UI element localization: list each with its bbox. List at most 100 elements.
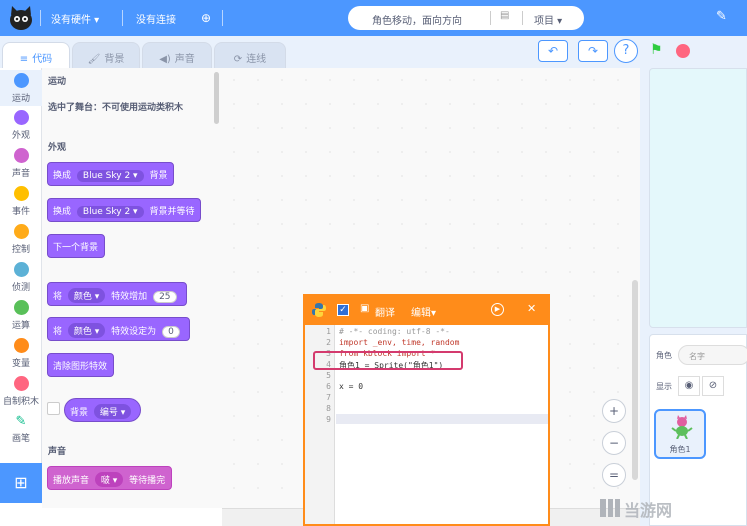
green-flag-icon[interactable]: ⚑ [650, 42, 663, 58]
block-text: 等待播完 [129, 476, 166, 486]
tab-code[interactable]: ≡ 代码 [2, 42, 70, 70]
block-text: 换成 [53, 171, 72, 181]
switch-backdrop-wait-block[interactable]: 换成 Blue Sky 2 ▾ 背景并等待 [47, 198, 202, 222]
category-sound[interactable]: 声音 [0, 148, 42, 179]
play-sound-until-done-block[interactable]: 播放声音 啵 ▾ 等待播完 [47, 466, 173, 490]
stop-icon[interactable] [676, 44, 690, 58]
connection-menu[interactable]: 没有连接 [136, 11, 176, 26]
project-menu[interactable]: 项目 ▾ [534, 12, 562, 27]
menu-divider [222, 10, 223, 26]
globe-icon[interactable]: ⊕ [201, 11, 211, 25]
block-text: 将 [53, 327, 63, 337]
hardware-menu[interactable]: 没有硬件 ▾ [51, 11, 99, 26]
menu-divider [122, 10, 123, 26]
line-number: 6 [326, 382, 331, 391]
block-text: 播放声音 [53, 476, 90, 486]
block-text: 换成 [53, 207, 72, 217]
tab-row: ≡ 代码 🖌 背景 ◀) 声音 ⟳ 连线 ↶ ↷ ? ⚑ [0, 36, 747, 70]
redo-button[interactable]: ↷ [578, 40, 608, 62]
category-pen[interactable]: ✎ 画笔 [0, 414, 42, 444]
sound-section-title: 声音 [48, 447, 67, 457]
watermark-text: 当游网 [624, 501, 673, 520]
backdrop-property-dropdown[interactable]: 编号 ▾ [93, 404, 132, 419]
code-icon: ≡ [19, 54, 29, 65]
effect-value-input[interactable]: 0 [162, 326, 180, 338]
clear-effects-block[interactable]: 清除图形特效 [47, 353, 115, 377]
tab-sounds[interactable]: ◀) 声音 [142, 42, 212, 70]
motion-section-title: 运动 [48, 77, 67, 87]
looks-section-title: 外观 [48, 143, 67, 153]
code-line[interactable]: import _env, time, random [339, 338, 459, 347]
events-dot-icon [13, 186, 29, 201]
sprite-label: 角色 [656, 351, 672, 360]
workspace-scrollbar[interactable] [632, 280, 638, 480]
pencil-edit-icon[interactable]: ✎ [716, 9, 727, 24]
backdrop-reporter-block[interactable]: 背景 编号 ▾ [64, 398, 142, 422]
category-events[interactable]: 事件 [0, 186, 42, 217]
speaker-icon: ◀) [159, 54, 171, 65]
sound-dropdown[interactable]: 啵 ▾ [94, 472, 124, 487]
zoom-out-button[interactable]: − [602, 431, 626, 455]
looks-dot-icon [13, 110, 29, 125]
operators-dot-icon [13, 300, 29, 315]
palette-scrollbar[interactable] [214, 72, 219, 124]
translate-button[interactable]: 翻译 [375, 304, 395, 319]
line-number: 1 [326, 327, 331, 336]
control-dot-icon [13, 224, 29, 239]
category-operators[interactable]: 运算 [0, 300, 42, 331]
project-title-input[interactable]: 角色移动，面向方向 [372, 12, 462, 27]
code-line[interactable]: x = 0 [339, 382, 363, 391]
motion-dot-icon [13, 73, 29, 88]
code-line[interactable]: # -*- coding: utf-8 -*- [339, 327, 450, 336]
next-backdrop-block[interactable]: 下一个背景 [47, 234, 106, 258]
hide-sprite-button[interactable]: ⊘ [702, 376, 724, 396]
category-my-blocks[interactable]: 自制积木 [0, 376, 42, 407]
block-text: 特效设定为 [111, 327, 157, 337]
help-button[interactable]: ? [614, 39, 638, 63]
run-icon[interactable]: ▶ [491, 303, 504, 316]
backdrop-dropdown[interactable]: Blue Sky 2 ▾ [76, 170, 144, 182]
set-effect-block[interactable]: 将 颜色 ▾ 特效设定为 0 [47, 317, 190, 341]
effect-dropdown[interactable]: 颜色 ▾ [67, 288, 106, 303]
cat-logo-icon[interactable] [6, 5, 36, 31]
change-effect-block[interactable]: 将 颜色 ▾ 特效增加 25 [47, 282, 187, 306]
add-extension-button[interactable]: ⊞ [0, 463, 42, 503]
line-number: 5 [326, 371, 331, 380]
category-control[interactable]: 控制 [0, 224, 42, 255]
tab-backdrops[interactable]: 🖌 背景 [72, 42, 140, 70]
edit-menu[interactable]: 编辑▾ [411, 304, 436, 319]
effect-dropdown[interactable]: 颜色 ▾ [67, 323, 106, 338]
effect-value-input[interactable]: 25 [153, 291, 177, 303]
zoom-in-button[interactable]: + [602, 399, 626, 423]
zoom-out-icon: − [608, 436, 620, 450]
backdrop-dropdown[interactable]: Blue Sky 2 ▾ [76, 206, 144, 218]
category-looks[interactable]: 外观 [0, 110, 42, 141]
title-divider [490, 11, 491, 25]
switch-backdrop-block[interactable]: 换成 Blue Sky 2 ▾ 背景 [47, 162, 175, 186]
undo-button[interactable]: ↶ [538, 40, 568, 62]
sprite-thumbnail[interactable]: 角色1 [654, 409, 706, 459]
sound-dot-icon [13, 148, 29, 163]
myblocks-dot-icon [13, 376, 29, 391]
tab-wiring[interactable]: ⟳ 连线 [214, 42, 286, 70]
zoom-reset-icon: = [608, 468, 620, 482]
line-number: 7 [326, 393, 331, 402]
category-variables[interactable]: 变量 [0, 338, 42, 369]
save-icon[interactable]: ▤ [500, 10, 509, 21]
brush-icon: 🖌 [87, 54, 101, 65]
category-motion[interactable]: 运动 [0, 70, 42, 106]
zoom-reset-button[interactable]: = [602, 463, 626, 487]
sprite-name-input[interactable]: 名字 [678, 345, 747, 365]
project-title-bar: 角色移动，面向方向 ▤ 项目 ▾ [348, 6, 584, 30]
close-icon[interactable]: ✕ [527, 302, 536, 315]
top-menu-bar: 没有硬件 ▾ 没有连接 ⊕ 角色移动，面向方向 ▤ 项目 ▾ ✎ [0, 0, 747, 36]
reporter-checkbox[interactable] [47, 402, 60, 415]
category-sensing[interactable]: 侦测 [0, 262, 42, 293]
variables-dot-icon [13, 338, 29, 353]
sync-checkbox[interactable]: ✓ [337, 304, 349, 316]
show-sprite-button[interactable]: ◉ [678, 376, 700, 396]
eye-icon: ◉ [684, 380, 694, 391]
eye-slash-icon: ⊘ [708, 380, 718, 391]
zoom-in-icon: + [608, 404, 620, 418]
stage-canvas[interactable] [649, 68, 747, 328]
